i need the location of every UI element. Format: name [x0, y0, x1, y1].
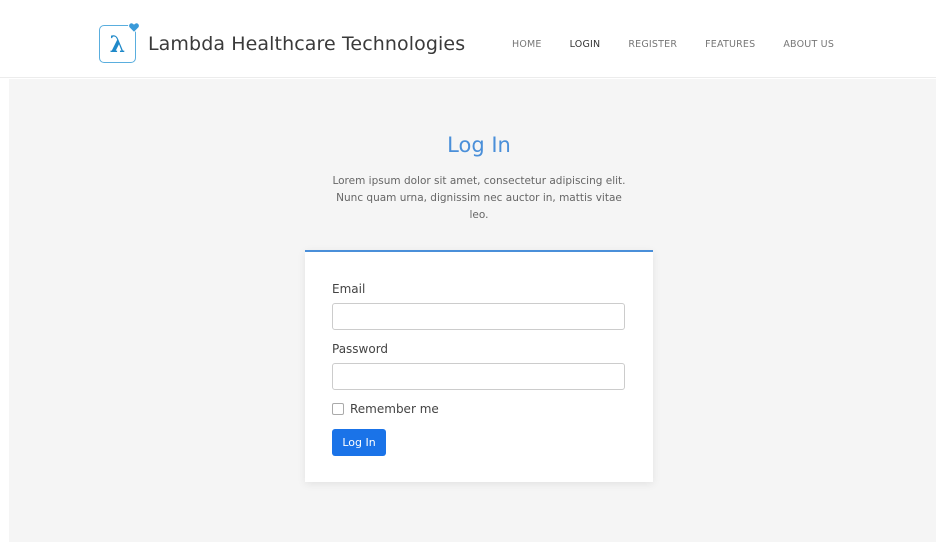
login-form: Email Password Remember me Log In — [305, 250, 653, 482]
brand-name: Lambda Healthcare Technologies — [148, 33, 466, 55]
heart-icon — [128, 22, 140, 33]
navbar: λ Lambda Healthcare Technologies HOME LO… — [0, 0, 936, 78]
password-field[interactable] — [332, 363, 625, 390]
remember-me-row[interactable]: Remember me — [332, 402, 439, 416]
nav-features[interactable]: FEATURES — [705, 39, 755, 50]
lambda-heart-logo: λ — [99, 22, 140, 63]
password-label: Password — [332, 342, 389, 356]
nav-home[interactable]: HOME — [512, 39, 542, 50]
brand-link[interactable]: λ Lambda Healthcare Technologies — [99, 22, 466, 63]
email-field[interactable] — [332, 303, 625, 330]
nav-login[interactable]: LOGIN — [570, 39, 601, 50]
email-label: Email — [332, 282, 366, 296]
page-title: Log In — [447, 133, 511, 157]
nav-about-us[interactable]: ABOUT US — [783, 39, 834, 50]
remember-me-label[interactable]: Remember me — [350, 402, 439, 416]
nav-register[interactable]: REGISTER — [628, 39, 677, 50]
main-nav: HOME LOGIN REGISTER FEATURES ABOUT US — [512, 39, 862, 50]
intro-text: Lorem ipsum dolor sit amet, consectetur … — [332, 175, 626, 221]
login-button[interactable]: Log In — [332, 429, 386, 456]
lambda-icon: λ — [109, 32, 126, 58]
remember-me-checkbox[interactable] — [332, 403, 344, 415]
